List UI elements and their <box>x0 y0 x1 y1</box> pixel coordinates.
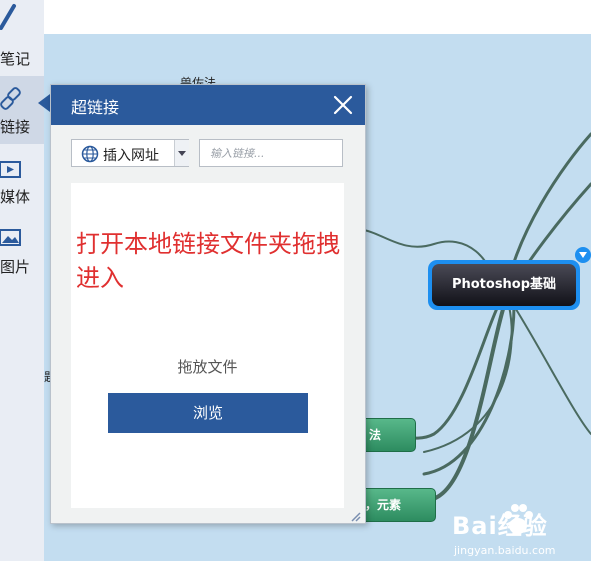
link-type-select[interactable]: 插入网址 <box>71 139 189 167</box>
file-drop-zone[interactable]: 打开本地链接文件夹拖拽进入 拖放文件 浏览 <box>71 183 344 508</box>
resize-grip-icon[interactable] <box>349 507 361 522</box>
top-bar <box>0 0 591 34</box>
watermark-url: jingyan.baidu.com <box>454 544 556 557</box>
popup-pointer <box>38 94 50 112</box>
sidebar-item-label: 图片 <box>0 258 31 276</box>
sidebar-item-images[interactable]: 图片 <box>0 226 44 286</box>
link-icon <box>0 86 22 112</box>
link-type-label: 插入网址 <box>103 148 159 164</box>
drop-files-label: 拖放文件 <box>177 358 238 376</box>
node-dropdown-icon[interactable] <box>575 247 591 263</box>
branch-node-label: ，元素 <box>365 498 402 512</box>
watermark: Bai经验 jingyan.baidu.com <box>452 502 591 561</box>
central-topic-label: Photoshop基础 <box>432 264 576 306</box>
sidebar-item-label: 媒体 <box>0 188 31 206</box>
close-icon[interactable] <box>332 94 354 116</box>
sidebar-item-notes[interactable]: 笔记 <box>0 0 44 68</box>
dialog-header: 超链接 <box>51 85 365 125</box>
paw-logo-icon <box>502 502 534 536</box>
hyperlink-dialog: 超链接 插入网址 打开本地链接文件夹拖拽进入 拖放文件 浏览 <box>50 84 366 524</box>
dialog-title: 超链接 <box>71 98 120 117</box>
branch-node-label: 法 <box>369 428 382 442</box>
media-icon <box>0 160 22 186</box>
link-input[interactable] <box>199 139 343 167</box>
sidebar: 笔记 链接 媒体 图片 <box>0 0 44 561</box>
annotation-text: 打开本地链接文件夹拖拽进入 <box>76 230 340 292</box>
sidebar-item-label: 笔记 <box>0 50 31 68</box>
sidebar-item-label: 链接 <box>0 118 31 136</box>
pen-icon <box>0 0 22 30</box>
browse-button[interactable]: 浏览 <box>108 393 308 433</box>
globe-icon <box>81 145 99 163</box>
image-icon <box>0 228 22 254</box>
central-topic-node[interactable]: Photoshop基础 <box>428 260 580 310</box>
sidebar-item-media[interactable]: 媒体 <box>0 156 44 216</box>
chevron-down-icon[interactable] <box>174 140 189 166</box>
